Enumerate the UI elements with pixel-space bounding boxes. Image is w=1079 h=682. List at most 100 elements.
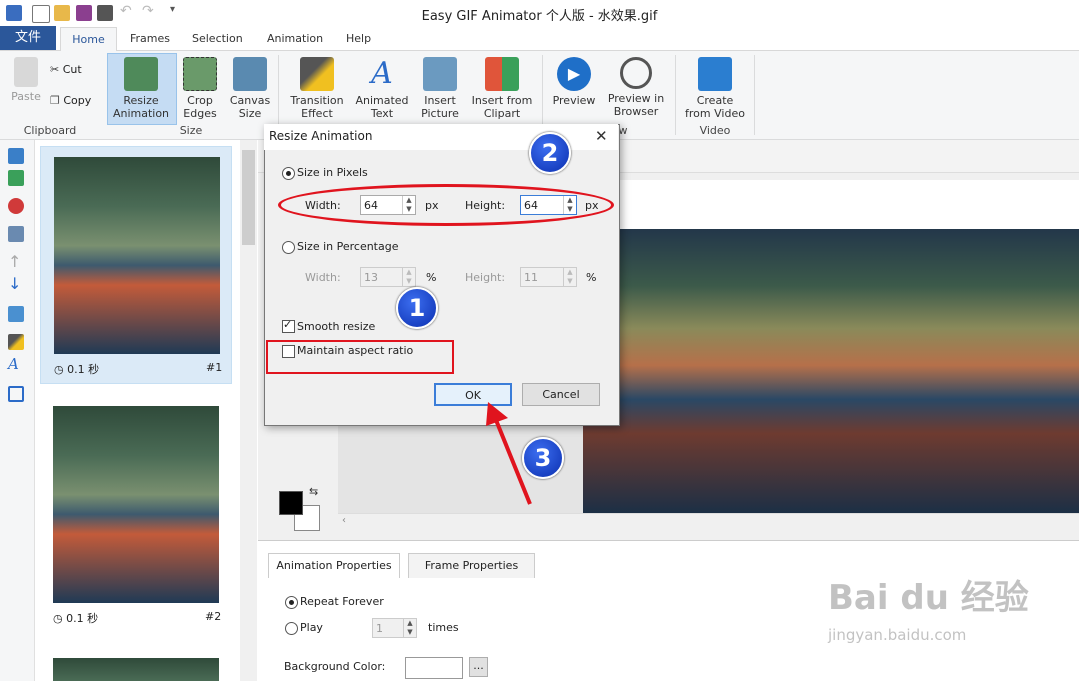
tab-animation-properties[interactable]: Animation Properties [268, 553, 400, 578]
scroll-left-icon[interactable]: ‹ [342, 515, 346, 526]
size-in-pixels-radio[interactable] [282, 167, 295, 180]
magnifier-globe-icon [620, 57, 652, 89]
play-radio[interactable] [285, 622, 298, 635]
smooth-resize-label: Smooth resize [297, 320, 376, 333]
text-a-icon: A [371, 56, 393, 91]
background-color-label: Background Color: [284, 660, 386, 673]
frame-item[interactable]: ◷ 0.1 秒 #2 [40, 396, 230, 632]
size-in-percentage-radio[interactable] [282, 241, 295, 254]
tab-home[interactable]: Home [60, 27, 117, 52]
paste-button[interactable]: Paste [6, 57, 46, 103]
copy-button[interactable]: ❐ Copy [50, 94, 91, 107]
magic-wand-icon [300, 57, 334, 91]
close-icon[interactable]: ✕ [595, 127, 608, 145]
annotation-rectangle [266, 340, 454, 374]
create-from-video-button[interactable]: Create from Video [682, 57, 748, 120]
frame-item[interactable]: ◷ 0.1 秒 #1 [40, 146, 232, 384]
resize-animation-button[interactable]: Resize Animation [107, 57, 175, 120]
crop-edges-button[interactable]: Crop Edges [178, 57, 222, 120]
dialog-title: Resize Animation [269, 129, 373, 143]
height-percent-input[interactable]: 11 ▲ ▼ [520, 267, 577, 287]
frame-number: #1 [206, 361, 223, 374]
insert-picture-button[interactable]: Insert Picture [416, 57, 464, 120]
clock-icon: ◷ [53, 612, 63, 625]
add-frame-icon[interactable] [8, 170, 24, 186]
text-a-icon[interactable]: A [8, 356, 24, 372]
frame-duration: ◷ 0.1 秒 [54, 363, 100, 376]
left-toolbar: ↑ ↓ A [0, 140, 35, 681]
frames-panel: ◷ 0.1 秒 #1 ◷ 0.1 秒 #2 [35, 140, 257, 681]
crop-icon [183, 57, 217, 91]
annotation-arrow [486, 402, 532, 505]
spinner-arrows-icon[interactable]: ▲ ▼ [402, 268, 415, 286]
size-in-percentage-label: Size in Percentage [297, 240, 399, 253]
ribbon-separator [542, 55, 543, 135]
title-bar: ↶ ↷ ▾ Easy GIF Animator 个人版 - 水效果.gif [0, 0, 1079, 26]
annotation-badge-1: 1 [396, 287, 438, 329]
clock-icon: ◷ [54, 363, 64, 376]
frames-scrollbar-thumb[interactable] [242, 150, 255, 245]
tab-selection[interactable]: Selection [192, 28, 243, 50]
ribbon-separator [675, 55, 676, 135]
magic-wand-icon[interactable] [8, 334, 24, 350]
swap-colors-icon[interactable]: ⇆ [309, 485, 318, 498]
canvas-horizontal-scrollbar[interactable]: ‹ [338, 513, 1079, 531]
insert-frame-icon[interactable] [8, 148, 24, 164]
arrow-down-icon[interactable]: ↓ [8, 276, 24, 292]
tab-file[interactable]: 文件 [0, 26, 56, 50]
resize-icon [124, 57, 158, 91]
times-label: times [428, 621, 459, 634]
watermark-brand: Bai du 经验 [828, 578, 1029, 618]
tab-frame-properties[interactable]: Frame Properties [408, 553, 535, 578]
video-icon [698, 57, 732, 91]
annotation-ellipse [278, 184, 614, 226]
play-icon: ▶ [557, 57, 591, 91]
insert-clipart-button[interactable]: Insert from Clipart [470, 57, 534, 120]
frame-duration: ◷ 0.1 秒 [53, 612, 99, 625]
clipart-icon [485, 57, 519, 91]
background-color-box[interactable] [405, 657, 463, 679]
smooth-resize-checkbox[interactable] [282, 318, 295, 333]
clipboard-group-label: Clipboard [23, 124, 77, 137]
watermark-url: jingyan.baidu.com [828, 626, 967, 644]
preview-in-browser-button[interactable]: Preview in Browser [604, 57, 668, 118]
foreground-color-swatch[interactable] [279, 491, 303, 515]
tab-frames[interactable]: Frames [130, 28, 170, 50]
preview-button[interactable]: ▶ Preview [550, 57, 598, 107]
browse-color-button[interactable]: ... [469, 657, 488, 677]
arrow-shaft [494, 419, 532, 505]
frame-number: #2 [205, 610, 222, 623]
arrow-up-icon[interactable]: ↑ [8, 254, 24, 270]
tab-animation[interactable]: Animation [267, 28, 323, 50]
play-times-spinner[interactable]: 1 ▲ ▼ [372, 618, 417, 638]
animated-text-button[interactable]: A Animated Text [352, 56, 412, 121]
delete-frame-icon[interactable] [8, 198, 24, 214]
canvas-icon [233, 57, 267, 91]
frame-thumbnail [53, 658, 219, 681]
scissors-icon: ✂ [50, 63, 60, 76]
tab-help[interactable]: Help [346, 28, 371, 50]
duplicate-frame-icon[interactable] [8, 226, 24, 242]
edit-frame-icon[interactable] [8, 306, 24, 322]
frame-thumbnail [54, 157, 220, 354]
pct-height-label: Height: [465, 271, 506, 284]
grid-icon[interactable] [8, 386, 24, 402]
canvas-size-button[interactable]: Canvas Size [228, 57, 272, 120]
spinner-arrows-icon[interactable]: ▲ ▼ [563, 268, 576, 286]
ribbon-separator [278, 55, 279, 135]
width-percent-input[interactable]: 13 ▲ ▼ [360, 267, 416, 287]
transition-effect-button[interactable]: Transition Effect [286, 57, 348, 120]
play-label: Play [300, 621, 323, 634]
frame-thumbnail [53, 406, 219, 603]
width-percent-unit: % [426, 271, 437, 284]
spinner-arrows-icon[interactable]: ▲ ▼ [403, 619, 416, 637]
repeat-forever-radio[interactable] [285, 596, 298, 609]
size-group-label: Size [179, 124, 203, 137]
size-in-pixels-label: Size in Pixels [297, 166, 368, 179]
animation-image[interactable] [583, 229, 1079, 513]
cut-button[interactable]: ✂ Cut [50, 63, 82, 76]
height-percent-unit: % [586, 271, 597, 284]
video-group-label: Video [699, 124, 731, 137]
picture-icon [423, 57, 457, 91]
pct-width-label: Width: [305, 271, 341, 284]
